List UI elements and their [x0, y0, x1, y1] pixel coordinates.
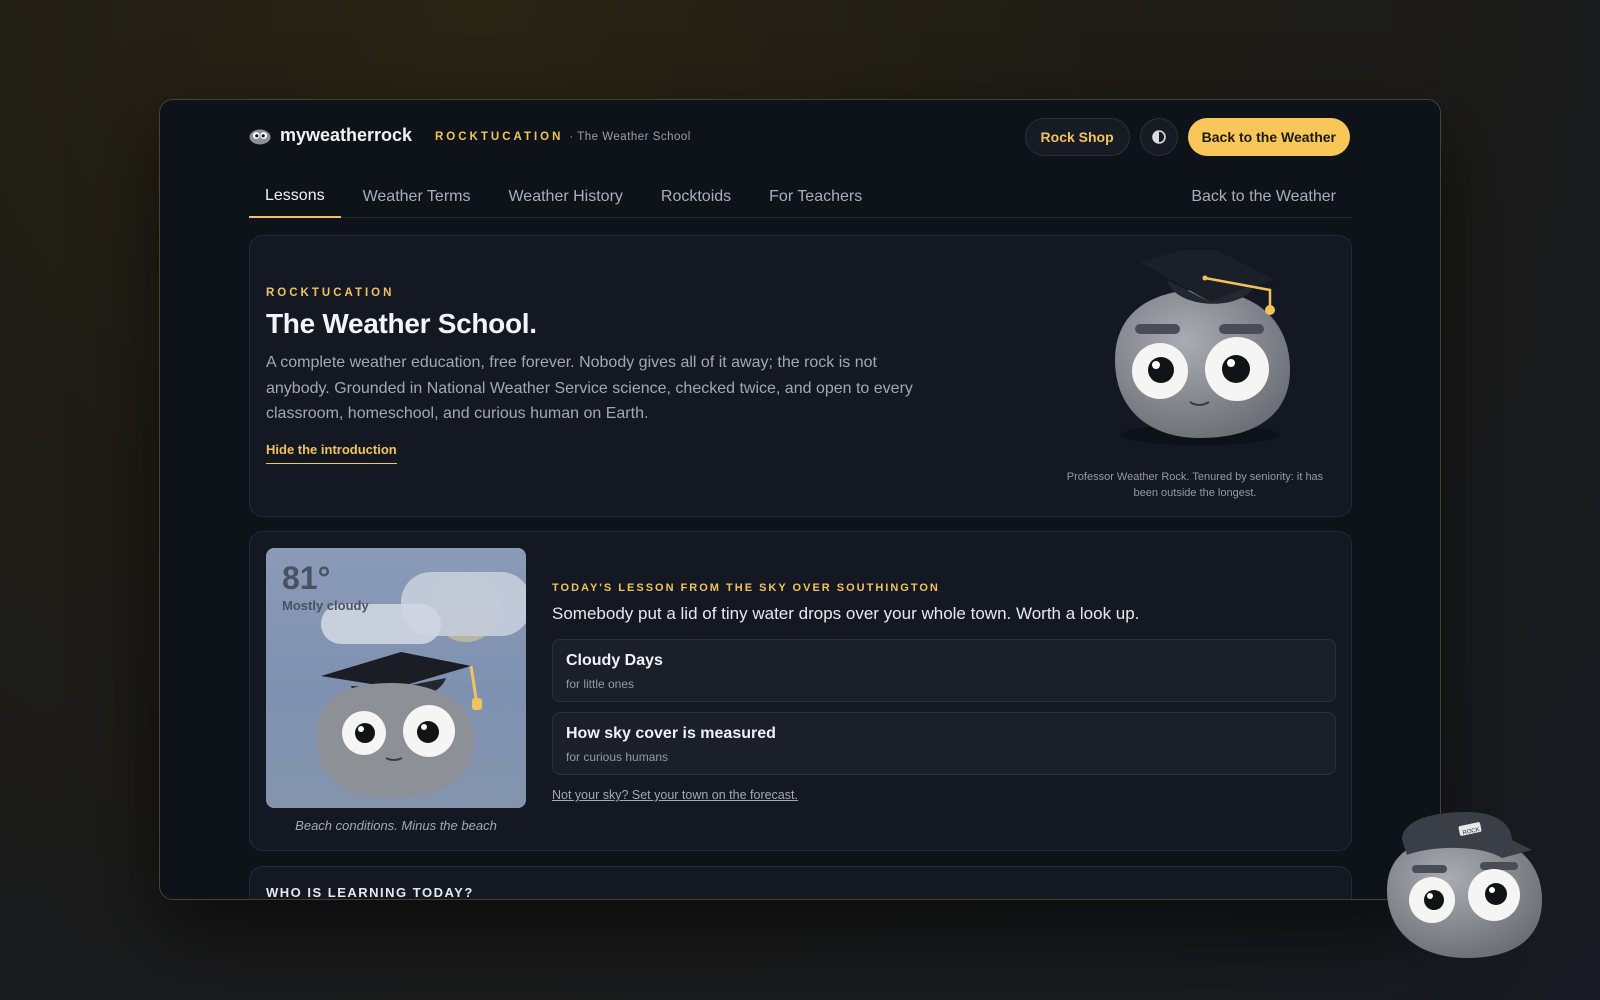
kicker-label: ROCKTUCATION: [435, 131, 564, 143]
section-kicker: ROCKTUCATION · The Weather School: [435, 131, 691, 143]
rock-eyes-icon: [249, 129, 271, 144]
contrast-icon: [1151, 130, 1166, 144]
who-is-learning-card: WHO IS LEARNING TODAY?: [249, 866, 1352, 900]
lesson-eyebrow: TODAY'S LESSON FROM THE SKY OVER SOUTHIN…: [552, 582, 940, 594]
tab-back-to-weather[interactable]: Back to the Weather: [1191, 175, 1336, 218]
set-town-link[interactable]: Not your sky? Set your town on the forec…: [552, 788, 798, 802]
current-condition: Mostly cloudy: [282, 598, 369, 613]
lesson-option-title: Cloudy Days: [566, 652, 663, 669]
who-is-learning-title: WHO IS LEARNING TODAY?: [266, 885, 474, 900]
intro-eyebrow: ROCKTUCATION: [266, 287, 395, 299]
professor-rock-illustration: [1115, 250, 1290, 445]
rock-shop-button[interactable]: Rock Shop: [1024, 118, 1130, 156]
app-window: myweatherrock ROCKTUCATION · The Weather…: [159, 99, 1441, 900]
tab-bar: Lessons Weather Terms Weather History Ro…: [249, 175, 1352, 218]
todays-lesson-card: 81° Mostly cloudy Beach conditions. Minu…: [249, 531, 1352, 851]
page-title: The Weather School.: [266, 308, 537, 339]
brand-name: myweatherrock: [280, 125, 413, 145]
current-temperature: 81°: [282, 560, 331, 596]
lesson-option-cloudy-days[interactable]: Cloudy Days for little ones: [552, 639, 1336, 702]
lesson-option-sky-cover[interactable]: How sky cover is measured for curious hu…: [552, 712, 1336, 775]
tab-weather-history[interactable]: Weather History: [492, 175, 638, 218]
theme-toggle-button[interactable]: [1139, 118, 1178, 156]
lesson-title: Somebody put a lid of tiny water drops o…: [552, 604, 1140, 623]
tab-weather-terms[interactable]: Weather Terms: [347, 175, 487, 218]
lesson-option-audience: for curious humans: [566, 750, 669, 764]
tab-for-teachers[interactable]: For Teachers: [753, 175, 878, 218]
tab-lessons[interactable]: Lessons: [249, 175, 341, 218]
rock-mascot-button[interactable]: ROCK: [1382, 810, 1547, 960]
back-to-weather-button[interactable]: Back to the Weather: [1187, 118, 1350, 156]
tab-rocktoids[interactable]: Rocktoids: [645, 175, 747, 218]
hide-introduction-link[interactable]: Hide the introduction: [266, 442, 397, 464]
brand-link[interactable]: myweatherrock: [249, 125, 412, 146]
intro-body: A complete weather education, free forev…: [266, 354, 913, 422]
lesson-option-audience: for little ones: [566, 677, 635, 691]
page-content: myweatherrock ROCKTUCATION · The Weather…: [249, 100, 1352, 899]
professor-caption: Professor Weather Rock. Tenured by senio…: [1066, 471, 1324, 499]
lesson-option-title: How sky cover is measured: [566, 725, 776, 742]
sky-image-caption: Beach conditions. Minus the beach: [295, 818, 497, 833]
intro-card: ROCKTUCATION The Weather School. A compl…: [249, 235, 1352, 517]
top-actions: Rock Shop Back to the Weather: [1024, 118, 1350, 156]
sky-conditions-image: 81° Mostly cloudy: [266, 548, 526, 808]
kicker-sub: · The Weather School: [569, 131, 691, 143]
top-bar: myweatherrock ROCKTUCATION · The Weather…: [249, 100, 1352, 175]
